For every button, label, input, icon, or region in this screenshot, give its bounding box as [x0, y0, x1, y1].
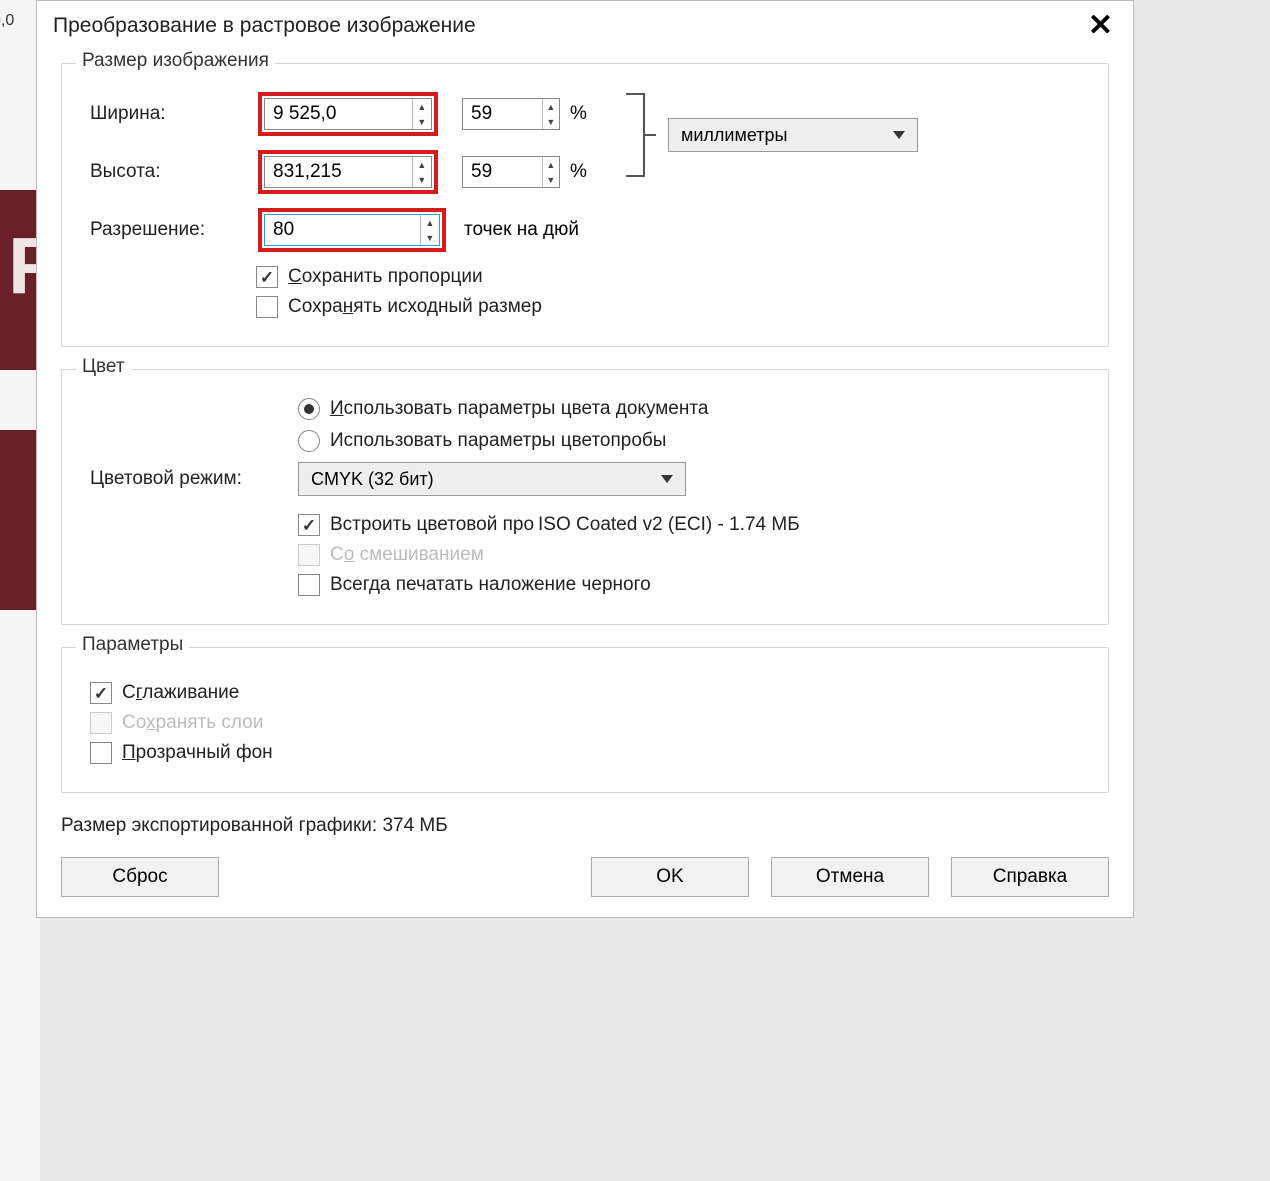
canvas-strip	[0, 430, 36, 610]
units-select[interactable]: миллиметры	[668, 118, 918, 152]
antialias-checkbox[interactable]	[90, 682, 112, 704]
spin-up-icon[interactable]: ▲	[543, 157, 559, 172]
resolution-label: Разрешение:	[90, 219, 258, 241]
overprint-black-label: Всегда печатать наложение черного	[330, 574, 651, 596]
height-percent-input[interactable]: ▲▼	[462, 156, 560, 188]
titlebar: Преобразование в растровое изображение ✕	[37, 1, 1133, 49]
background-panel: 0,0 F	[0, 0, 40, 1181]
keep-proportions-checkbox[interactable]	[256, 266, 278, 288]
width-field[interactable]	[265, 99, 412, 129]
dialog-title: Преобразование в растровое изображение	[53, 14, 476, 38]
units-value: миллиметры	[681, 125, 787, 146]
link-bracket-icon	[624, 92, 658, 178]
spin-down-icon[interactable]: ▼	[413, 172, 431, 187]
use-proof-color-label: Использовать параметры цветопробы	[330, 430, 666, 452]
chevron-down-icon	[893, 131, 905, 139]
image-size-legend: Размер изображения	[76, 50, 275, 72]
chevron-down-icon	[661, 475, 673, 483]
width-percent-input[interactable]: ▲▼	[462, 98, 560, 130]
use-proof-color-radio[interactable]	[298, 430, 320, 452]
color-group: Цвет Использовать параметры цвета докуме…	[61, 369, 1109, 625]
embed-profile-checkbox[interactable]	[298, 514, 320, 536]
percent-sign: %	[570, 161, 587, 183]
spin-down-icon[interactable]: ▼	[543, 114, 559, 129]
close-icon[interactable]: ✕	[1084, 11, 1117, 41]
highlight-box: ▲▼	[258, 208, 446, 252]
color-mode-select[interactable]: CMYK (32 бит)	[298, 462, 686, 496]
resolution-input[interactable]: ▲▼	[264, 214, 440, 246]
height-input[interactable]: ▲▼	[264, 156, 432, 188]
width-label: Ширина:	[90, 103, 258, 125]
color-mode-label: Цветовой режим:	[90, 468, 298, 490]
transparent-bg-label: Прозрачный фон	[122, 742, 273, 764]
transparent-bg-checkbox[interactable]	[90, 742, 112, 764]
width-input[interactable]: ▲▼	[264, 98, 432, 130]
spin-up-icon[interactable]: ▲	[543, 99, 559, 114]
width-percent-field[interactable]	[463, 99, 542, 129]
help-button[interactable]: Справка	[951, 857, 1109, 897]
dither-label: Со смешиванием	[330, 544, 484, 566]
image-size-group: Размер изображения Ширина: ▲▼ ▲▼ % Высот	[61, 63, 1109, 347]
cancel-button[interactable]: Отмена	[771, 857, 929, 897]
highlight-box: ▲▼	[258, 150, 438, 194]
percent-sign: %	[570, 103, 587, 125]
embed-profile-label: Встроить цветовой про	[330, 514, 534, 536]
antialias-label: Сглаживание	[122, 682, 239, 704]
color-mode-value: CMYK (32 бит)	[311, 469, 434, 490]
keep-original-size-label: Сохранять исходный размер	[288, 296, 542, 318]
options-group: Параметры Сглаживание Сохранять слои Про…	[61, 647, 1109, 793]
convert-to-bitmap-dialog: Преобразование в растровое изображение ✕…	[36, 0, 1134, 918]
spin-up-icon[interactable]: ▲	[413, 157, 431, 172]
dither-checkbox	[298, 544, 320, 566]
spin-up-icon[interactable]: ▲	[413, 99, 431, 114]
canvas-strip: F	[0, 190, 36, 370]
resolution-unit: точек на дюй	[464, 219, 579, 241]
keep-layers-checkbox	[90, 712, 112, 734]
reset-button[interactable]: Сброс	[61, 857, 219, 897]
spin-down-icon[interactable]: ▼	[543, 172, 559, 187]
keep-original-size-checkbox[interactable]	[256, 296, 278, 318]
export-size-text: Размер экспортированной графики: 374 МБ	[61, 815, 1109, 837]
use-document-color-label: Использовать параметры цвета документа	[330, 398, 708, 420]
spin-down-icon[interactable]: ▼	[421, 230, 439, 245]
profile-info: ISO Coated v2 (ECI) - 1.74 МБ	[538, 514, 800, 536]
ok-button[interactable]: OK	[591, 857, 749, 897]
spin-down-icon[interactable]: ▼	[413, 114, 431, 129]
overprint-black-checkbox[interactable]	[298, 574, 320, 596]
spin-up-icon[interactable]: ▲	[421, 215, 439, 230]
options-legend: Параметры	[76, 634, 189, 656]
ruler-value: 0,0	[0, 12, 14, 30]
height-field[interactable]	[265, 157, 412, 187]
height-percent-field[interactable]	[463, 157, 542, 187]
height-label: Высота:	[90, 161, 258, 183]
keep-proportions-label: Сохранить пропорции	[288, 266, 483, 288]
highlight-box: ▲▼	[258, 92, 438, 136]
color-legend: Цвет	[76, 356, 131, 378]
resolution-field[interactable]	[265, 215, 420, 245]
keep-layers-label: Сохранять слои	[122, 712, 263, 734]
use-document-color-radio[interactable]	[298, 398, 320, 420]
